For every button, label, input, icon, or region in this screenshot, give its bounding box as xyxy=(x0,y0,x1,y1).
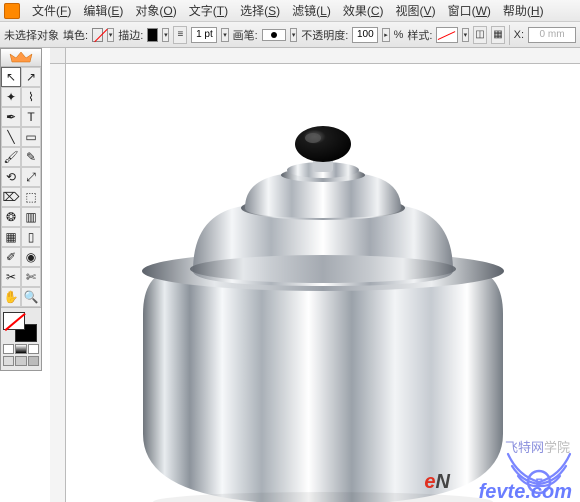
blend-tool-icon[interactable]: ◉ xyxy=(21,247,41,267)
menu-select[interactable]: 选择(S) xyxy=(234,2,286,19)
stroke-dropdown-icon[interactable]: ▾ xyxy=(162,28,169,42)
zoom-tool-icon[interactable]: 🔍 xyxy=(21,287,41,307)
brush-dot-icon xyxy=(271,32,277,38)
separator xyxy=(509,25,510,45)
opacity-label: 不透明度: xyxy=(301,27,348,43)
menu-edit[interactable]: 编辑(E) xyxy=(77,2,129,19)
color-section xyxy=(1,307,41,370)
direct-select-tool-icon[interactable]: ↗ xyxy=(21,67,41,87)
line-tool-icon[interactable]: ╲ xyxy=(1,127,21,147)
warp-tool-icon[interactable]: ⌦ xyxy=(1,187,21,207)
toolbox: ↖ ↗ ✦ ⌇ ✒ T ╲ ▭ 🖌 ✎ ⟲ ⤢ ⌦ ⬚ ❂ ▥ ▦ ▯ ✐ ◉ … xyxy=(0,48,42,371)
color-mode-gradient-icon[interactable] xyxy=(15,344,26,354)
stroke-label: 描边: xyxy=(118,27,143,43)
pencil-tool-icon[interactable]: ✎ xyxy=(21,147,41,167)
color-mode-solid-icon[interactable] xyxy=(3,344,14,354)
menu-view[interactable]: 视图(V) xyxy=(390,2,442,19)
selection-status: 未选择对象 xyxy=(4,27,59,43)
selection-tool-icon[interactable]: ↖ xyxy=(1,67,21,87)
lasso-tool-icon[interactable]: ⌇ xyxy=(21,87,41,107)
gradient-tool-icon[interactable]: ▯ xyxy=(21,227,41,247)
stroke-weight-field[interactable] xyxy=(191,27,217,43)
opacity-suffix: % xyxy=(394,29,404,41)
mesh-tool-icon[interactable]: ▦ xyxy=(1,227,21,247)
opacity-field[interactable] xyxy=(352,27,378,43)
free-transform-tool-icon[interactable]: ⬚ xyxy=(21,187,41,207)
transform-icon[interactable]: ▦ xyxy=(491,26,505,44)
menu-window[interactable]: 窗口(W) xyxy=(442,2,497,19)
symbol-tool-icon[interactable]: ❂ xyxy=(1,207,21,227)
brush-tool-icon[interactable]: 🖌 xyxy=(1,147,21,167)
x-label: X: xyxy=(514,29,524,41)
menu-bar: 文件(F) 编辑(E) 对象(O) 文字(T) 选择(S) 滤镜(L) 效果(C… xyxy=(0,0,580,22)
rectangle-tool-icon[interactable]: ▭ xyxy=(21,127,41,147)
brush-dropdown-icon[interactable]: ▾ xyxy=(290,28,297,42)
type-tool-icon[interactable]: T xyxy=(21,107,41,127)
opacity-dropdown-icon[interactable]: ▸ xyxy=(382,28,389,42)
magic-wand-tool-icon[interactable]: ✦ xyxy=(1,87,21,107)
color-mode-none-icon[interactable] xyxy=(28,344,39,354)
menu-effect[interactable]: 效果(C) xyxy=(337,2,390,19)
brush-preview[interactable] xyxy=(262,29,286,41)
style-dropdown-icon[interactable]: ▾ xyxy=(462,28,469,42)
ruler-origin[interactable] xyxy=(50,48,66,64)
fill-dropdown-icon[interactable]: ▾ xyxy=(107,28,114,42)
fill-stroke-swatches[interactable] xyxy=(3,312,37,342)
screen-mode-full-icon[interactable] xyxy=(15,356,26,366)
menu-object[interactable]: 对象(O) xyxy=(129,2,182,19)
slice-tool-icon[interactable]: ✂ xyxy=(1,267,21,287)
app-logo-icon xyxy=(4,3,20,19)
pen-tool-icon[interactable]: ✒ xyxy=(1,107,21,127)
options-bar: 未选择对象 填色: ▾ 描边: ▾ ≡ ▾ 画笔: ▾ 不透明度: ▸ % 样式… xyxy=(0,22,580,48)
menu-file[interactable]: 文件(F) xyxy=(26,2,77,19)
artboard[interactable]: eN 飞特网学院 F fevte.com xyxy=(66,64,580,502)
vertical-ruler[interactable] xyxy=(50,64,66,502)
rotate-tool-icon[interactable]: ⟲ xyxy=(1,167,21,187)
menu-filter[interactable]: 滤镜(L) xyxy=(286,2,337,19)
stroke-weight-dropdown-icon[interactable]: ▾ xyxy=(221,28,228,42)
screen-mode-normal-icon[interactable] xyxy=(3,356,14,366)
stroke-swatch[interactable] xyxy=(147,28,158,42)
screen-mode-present-icon[interactable] xyxy=(28,356,39,366)
scale-tool-icon[interactable]: ⤢ xyxy=(21,167,41,187)
scissors-tool-icon[interactable]: ✄ xyxy=(21,267,41,287)
fill-swatch[interactable] xyxy=(92,28,103,42)
stroke-weight-icon[interactable]: ≡ xyxy=(173,26,187,44)
graph-tool-icon[interactable]: ▥ xyxy=(21,207,41,227)
brush-label: 画笔: xyxy=(233,27,258,43)
menu-type[interactable]: 文字(T) xyxy=(183,2,234,19)
style-label: 样式: xyxy=(407,27,432,43)
eyedropper-tool-icon[interactable]: ✐ xyxy=(1,247,21,267)
foreground-color-swatch[interactable] xyxy=(3,312,25,330)
x-field[interactable] xyxy=(528,27,576,43)
align-icon[interactable]: ◫ xyxy=(473,26,487,44)
hand-tool-icon[interactable]: ✋ xyxy=(1,287,21,307)
style-swatch[interactable] xyxy=(436,27,457,43)
toolbox-header-icon[interactable] xyxy=(1,49,41,67)
document-window: eN 飞特网学院 F fevte.com xyxy=(50,48,580,502)
horizontal-ruler[interactable] xyxy=(66,48,580,64)
watermark-url: fevte.com xyxy=(479,481,572,502)
fill-label: 填色: xyxy=(63,27,88,43)
enet-watermark: eN xyxy=(424,471,450,494)
pot-illustration xyxy=(113,114,533,502)
menu-help[interactable]: 帮助(H) xyxy=(497,2,550,19)
